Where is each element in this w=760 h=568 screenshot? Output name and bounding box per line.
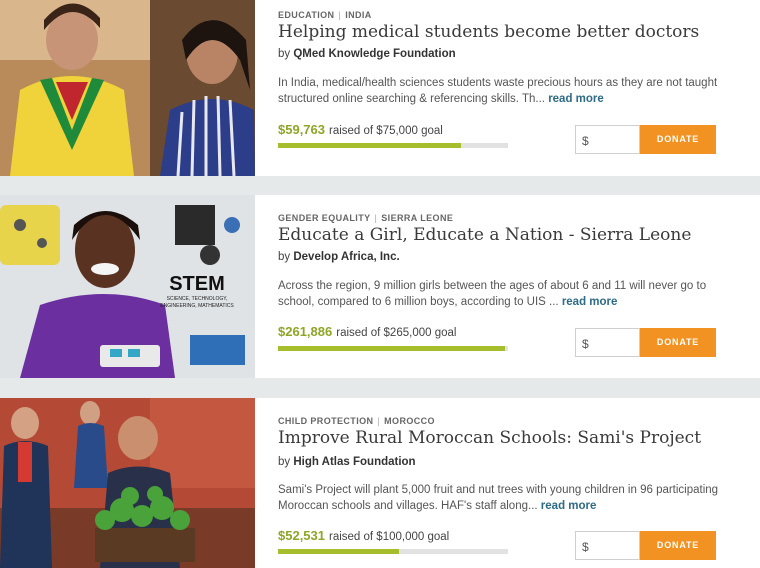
- project-image[interactable]: STEM SCIENCE, TECHNOLOGY, ENGINEERING, M…: [0, 195, 255, 378]
- description-text: Sami's Project will plant 5,000 fruit an…: [278, 484, 719, 512]
- org-prefix: by: [278, 251, 291, 263]
- raised-summary: $59,763 raised of $75,000 goal: [278, 122, 443, 137]
- org-name[interactable]: Develop Africa, Inc.: [293, 251, 399, 263]
- currency-symbol: $: [582, 540, 589, 554]
- donation-amount-input[interactable]: $: [575, 328, 640, 357]
- project-org: by High Atlas Foundation: [278, 456, 416, 468]
- stem-subtitle-2: ENGINEERING, MATHEMATICS: [160, 303, 234, 309]
- project-tags: EDUCATION | INDIA: [278, 10, 372, 20]
- progress-fill: [278, 346, 506, 351]
- raised-amount: $52,531: [278, 528, 325, 543]
- tag-country[interactable]: INDIA: [345, 10, 372, 20]
- progress-fill: [278, 143, 462, 148]
- project-image[interactable]: [0, 0, 255, 176]
- donate-button[interactable]: DONATE: [640, 531, 716, 560]
- tag-theme[interactable]: GENDER EQUALITY: [278, 213, 371, 223]
- org-name[interactable]: QMed Knowledge Foundation: [293, 48, 455, 60]
- project-photo: STEM SCIENCE, TECHNOLOGY, ENGINEERING, M…: [0, 195, 255, 378]
- goal-text: raised of $265,000 goal: [336, 327, 457, 339]
- project-org: by Develop Africa, Inc.: [278, 251, 400, 263]
- currency-symbol: $: [582, 134, 589, 148]
- progress-bar: [278, 143, 508, 148]
- read-more-link[interactable]: read more: [548, 93, 604, 105]
- project-title[interactable]: Educate a Girl, Educate a Nation - Sierr…: [278, 225, 691, 245]
- donate-button[interactable]: DONATE: [640, 125, 716, 154]
- goal-text: raised of $100,000 goal: [329, 531, 450, 543]
- raised-summary: $52,531 raised of $100,000 goal: [278, 528, 449, 543]
- tag-theme[interactable]: CHILD PROTECTION: [278, 416, 373, 426]
- donation-amount-input[interactable]: $: [575, 531, 640, 560]
- project-tags: GENDER EQUALITY | SIERRA LEONE: [278, 213, 454, 223]
- stem-subtitle-1: SCIENCE, TECHNOLOGY,: [167, 296, 228, 302]
- description-text: In India, medical/health sciences studen…: [278, 77, 718, 105]
- tag-country[interactable]: SIERRA LEONE: [381, 213, 453, 223]
- project-card: STEM SCIENCE, TECHNOLOGY, ENGINEERING, M…: [0, 195, 760, 378]
- raised-summary: $261,886 raised of $265,000 goal: [278, 324, 456, 339]
- org-prefix: by: [278, 456, 291, 468]
- raised-amount: $261,886: [278, 324, 333, 339]
- project-title[interactable]: Helping medical students become better d…: [278, 22, 699, 42]
- progress-bar: [278, 346, 508, 351]
- project-description: Sami's Project will plant 5,000 fruit an…: [278, 482, 738, 514]
- read-more-link[interactable]: read more: [562, 296, 618, 308]
- progress-bar: [278, 549, 508, 554]
- goal-text: raised of $75,000 goal: [329, 125, 443, 137]
- description-text: Across the region, 9 million girls betwe…: [278, 280, 707, 308]
- tag-country[interactable]: MOROCCO: [384, 416, 435, 426]
- project-photo: [0, 0, 255, 176]
- project-photo: [0, 398, 255, 568]
- project-description: In India, medical/health sciences studen…: [278, 75, 738, 107]
- currency-symbol: $: [582, 337, 589, 351]
- project-org: by QMed Knowledge Foundation: [278, 48, 456, 60]
- project-tags: CHILD PROTECTION | MOROCCO: [278, 416, 435, 426]
- raised-amount: $59,763: [278, 122, 325, 137]
- project-card: EDUCATION | INDIA Helping medical students…: [0, 0, 760, 176]
- project-image[interactable]: [0, 398, 255, 568]
- read-more-link[interactable]: read more: [541, 500, 597, 512]
- project-description: Across the region, 9 million girls betwe…: [278, 278, 738, 310]
- org-name[interactable]: High Atlas Foundation: [293, 456, 415, 468]
- donation-amount-input[interactable]: $: [575, 125, 640, 154]
- org-prefix: by: [278, 48, 291, 60]
- project-card: CHILD PROTECTION | MOROCCO Improve Rural M…: [0, 398, 760, 568]
- stem-logo-text: STEM: [169, 273, 225, 295]
- donate-button[interactable]: DONATE: [640, 328, 716, 357]
- progress-fill: [278, 549, 399, 554]
- project-title[interactable]: Improve Rural Moroccan Schools: Sami's P…: [278, 428, 701, 448]
- tag-theme[interactable]: EDUCATION: [278, 10, 334, 20]
